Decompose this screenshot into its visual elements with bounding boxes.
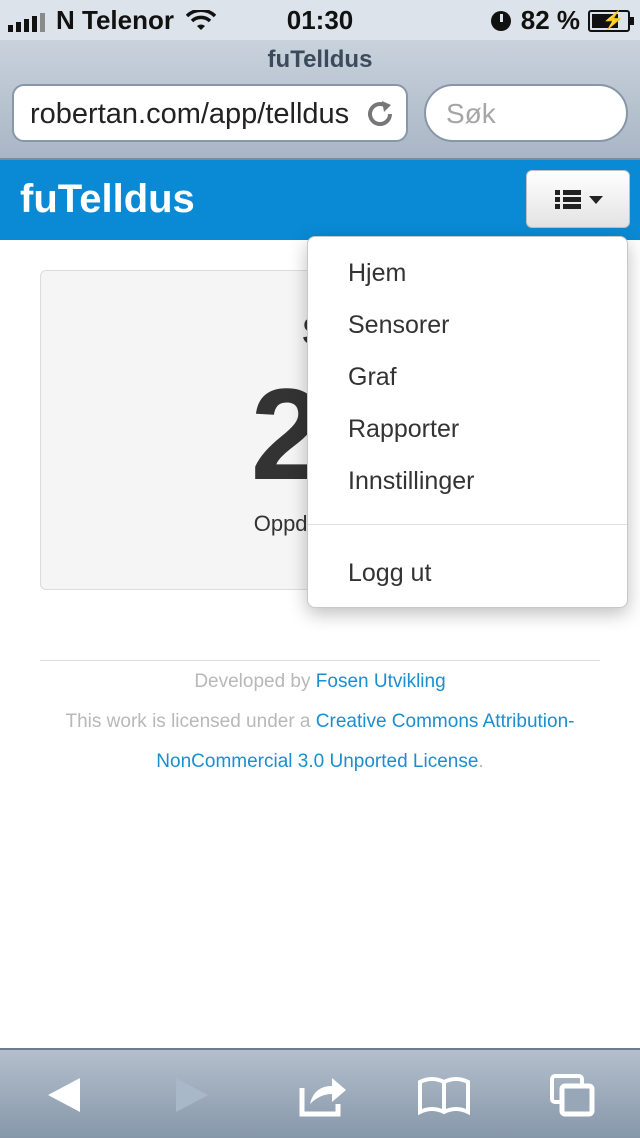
menu-item-sensorer[interactable]: Sensorer xyxy=(348,311,449,340)
menu-item-logout[interactable]: Logg ut xyxy=(348,559,431,588)
menu-toggle-button[interactable] xyxy=(526,170,630,228)
footer-license-line2: NonCommercial 3.0 Unported License. xyxy=(40,742,600,782)
footer-divider xyxy=(40,660,600,661)
bookmarks-icon[interactable] xyxy=(414,1070,474,1120)
developer-link[interactable]: Fosen Utvikling xyxy=(316,671,446,692)
status-bar: N Telenor 01:30 82 % ⚡ xyxy=(0,0,640,40)
url-field[interactable]: robertan.com/app/telldus xyxy=(12,84,408,142)
browser-chrome: fuTelldus robertan.com/app/telldus xyxy=(0,40,640,160)
footer-license-line1: This work is licensed under a Creative C… xyxy=(40,702,600,742)
status-right: 82 % ⚡ xyxy=(490,5,634,36)
browser-toolbar xyxy=(0,1048,640,1138)
footer-developed-text: Developed by xyxy=(194,671,316,692)
search-field[interactable] xyxy=(424,84,628,142)
footer-license-text: This work is licensed under a xyxy=(65,711,316,732)
license-link-part1[interactable]: Creative Commons Attribution- xyxy=(316,711,575,732)
menu-item-hjem[interactable]: Hjem xyxy=(348,259,406,288)
menu-item-graf[interactable]: Graf xyxy=(348,363,397,392)
url-text[interactable]: robertan.com/app/telldus xyxy=(30,98,360,131)
tabs-icon[interactable] xyxy=(544,1070,604,1120)
footer-license-suffix: . xyxy=(478,751,484,772)
battery-percent: 82 % xyxy=(520,5,580,35)
navbar: fuTelldus xyxy=(0,160,640,240)
brand-title[interactable]: fuTelldus xyxy=(20,177,195,222)
forward-icon[interactable] xyxy=(162,1070,222,1120)
list-icon xyxy=(555,190,581,210)
search-input[interactable] xyxy=(444,96,618,132)
caret-down-icon xyxy=(589,196,603,204)
reload-icon[interactable] xyxy=(364,98,396,130)
back-icon[interactable] xyxy=(34,1070,94,1120)
menu-item-innstillinger[interactable]: Innstillinger xyxy=(348,467,474,496)
share-icon[interactable] xyxy=(292,1070,352,1120)
license-link-part2[interactable]: NonCommercial 3.0 Unported License xyxy=(156,751,478,772)
menu-divider xyxy=(308,524,627,525)
browser-page-title: fuTelldus xyxy=(267,46,373,73)
nav-dropdown-menu: Hjem Sensorer Graf Rapporter Innstilling… xyxy=(307,236,628,608)
footer-developed: Developed by Fosen Utvikling xyxy=(40,662,600,702)
clock-icon xyxy=(490,10,511,31)
menu-item-rapporter[interactable]: Rapporter xyxy=(348,415,459,444)
battery-icon: ⚡ xyxy=(588,9,634,32)
